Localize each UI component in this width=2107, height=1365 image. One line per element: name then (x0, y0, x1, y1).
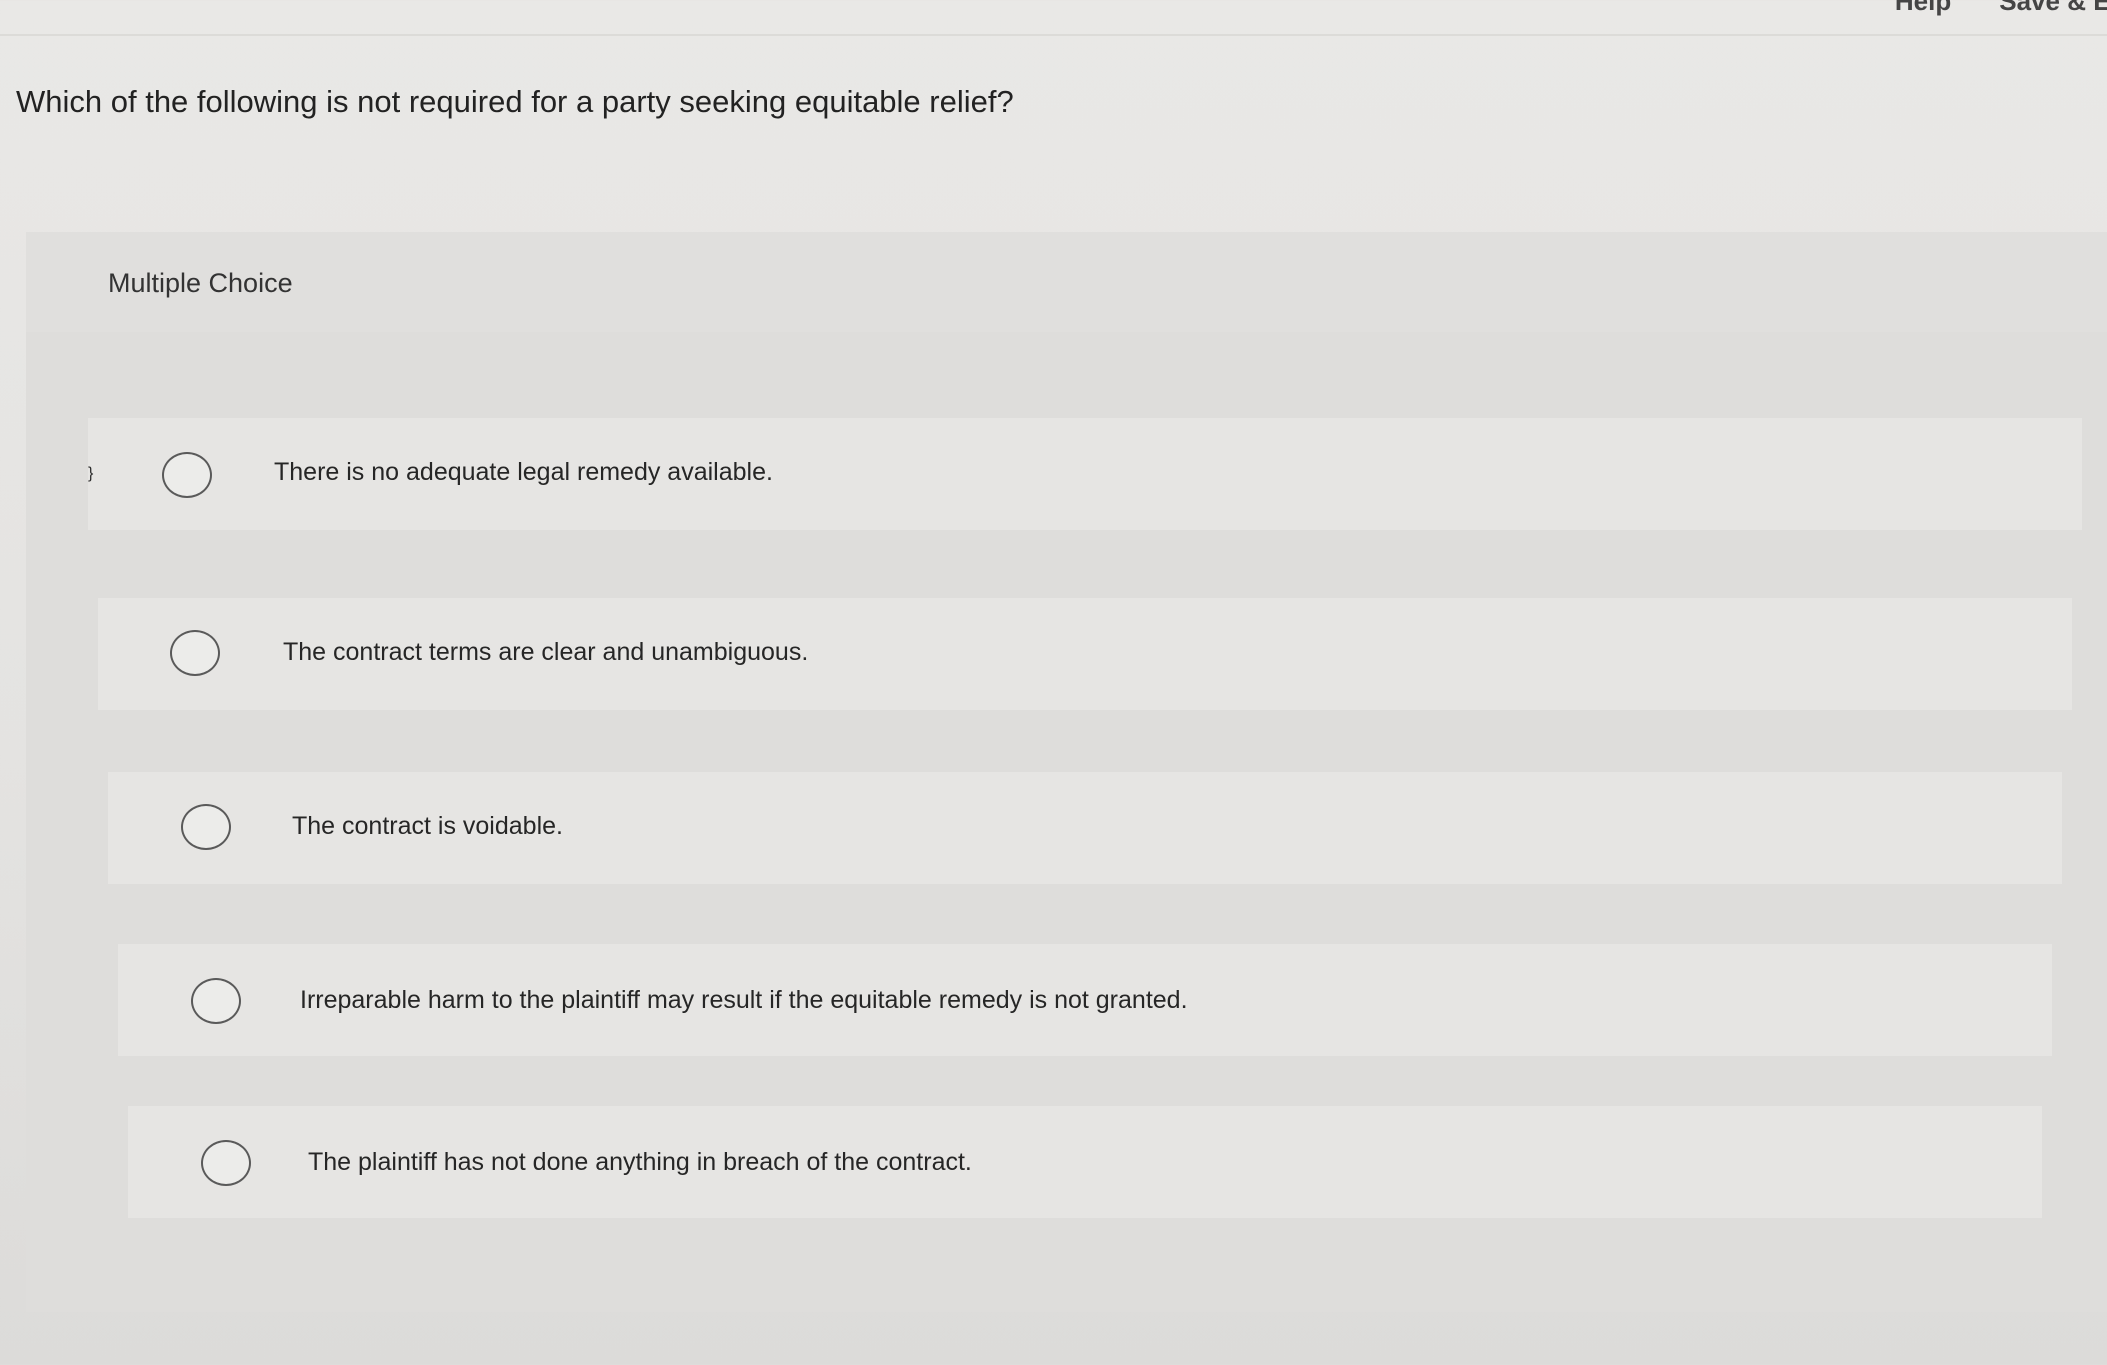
answer-choice-label: The plaintiff has not done anything in b… (308, 1148, 972, 1176)
radio-unselected-icon[interactable] (201, 1140, 251, 1186)
question-type-label: Multiple Choice (108, 268, 293, 298)
radio-unselected-icon[interactable] (191, 978, 241, 1024)
answer-choice-4[interactable]: Irreparable harm to the plaintiff may re… (118, 944, 2052, 1056)
answer-choice-label: The contract terms are clear and unambig… (283, 638, 809, 666)
save-exit-link[interactable]: Save & Ex (1999, 0, 2107, 17)
radio-unselected-icon[interactable] (181, 804, 231, 850)
answer-choice-3[interactable]: The contract is voidable. (108, 772, 2062, 884)
answer-choice-5[interactable]: The plaintiff has not done anything in b… (128, 1106, 2042, 1218)
header-divider (0, 34, 2107, 36)
radio-unselected-icon[interactable] (170, 630, 220, 676)
help-link[interactable]: Help (1895, 0, 1951, 17)
radio-unselected-icon[interactable] (162, 452, 212, 498)
answer-choice-1[interactable]: There is no adequate legal remedy availa… (88, 418, 2082, 530)
answer-choice-label: Irreparable harm to the plaintiff may re… (300, 986, 1188, 1014)
answer-choice-2[interactable]: The contract terms are clear and unambig… (98, 598, 2072, 710)
answer-choice-label: There is no adequate legal remedy availa… (274, 458, 773, 486)
question-type-header: Multiple Choice (26, 232, 2107, 332)
header-links: Help Save & Ex (1895, 0, 2107, 17)
multiple-choice-panel: Multiple Choice There is no adequate leg… (26, 232, 2107, 1312)
question-text: Which of the following is not required f… (16, 84, 1014, 119)
answer-choice-label: The contract is voidable. (292, 812, 563, 840)
